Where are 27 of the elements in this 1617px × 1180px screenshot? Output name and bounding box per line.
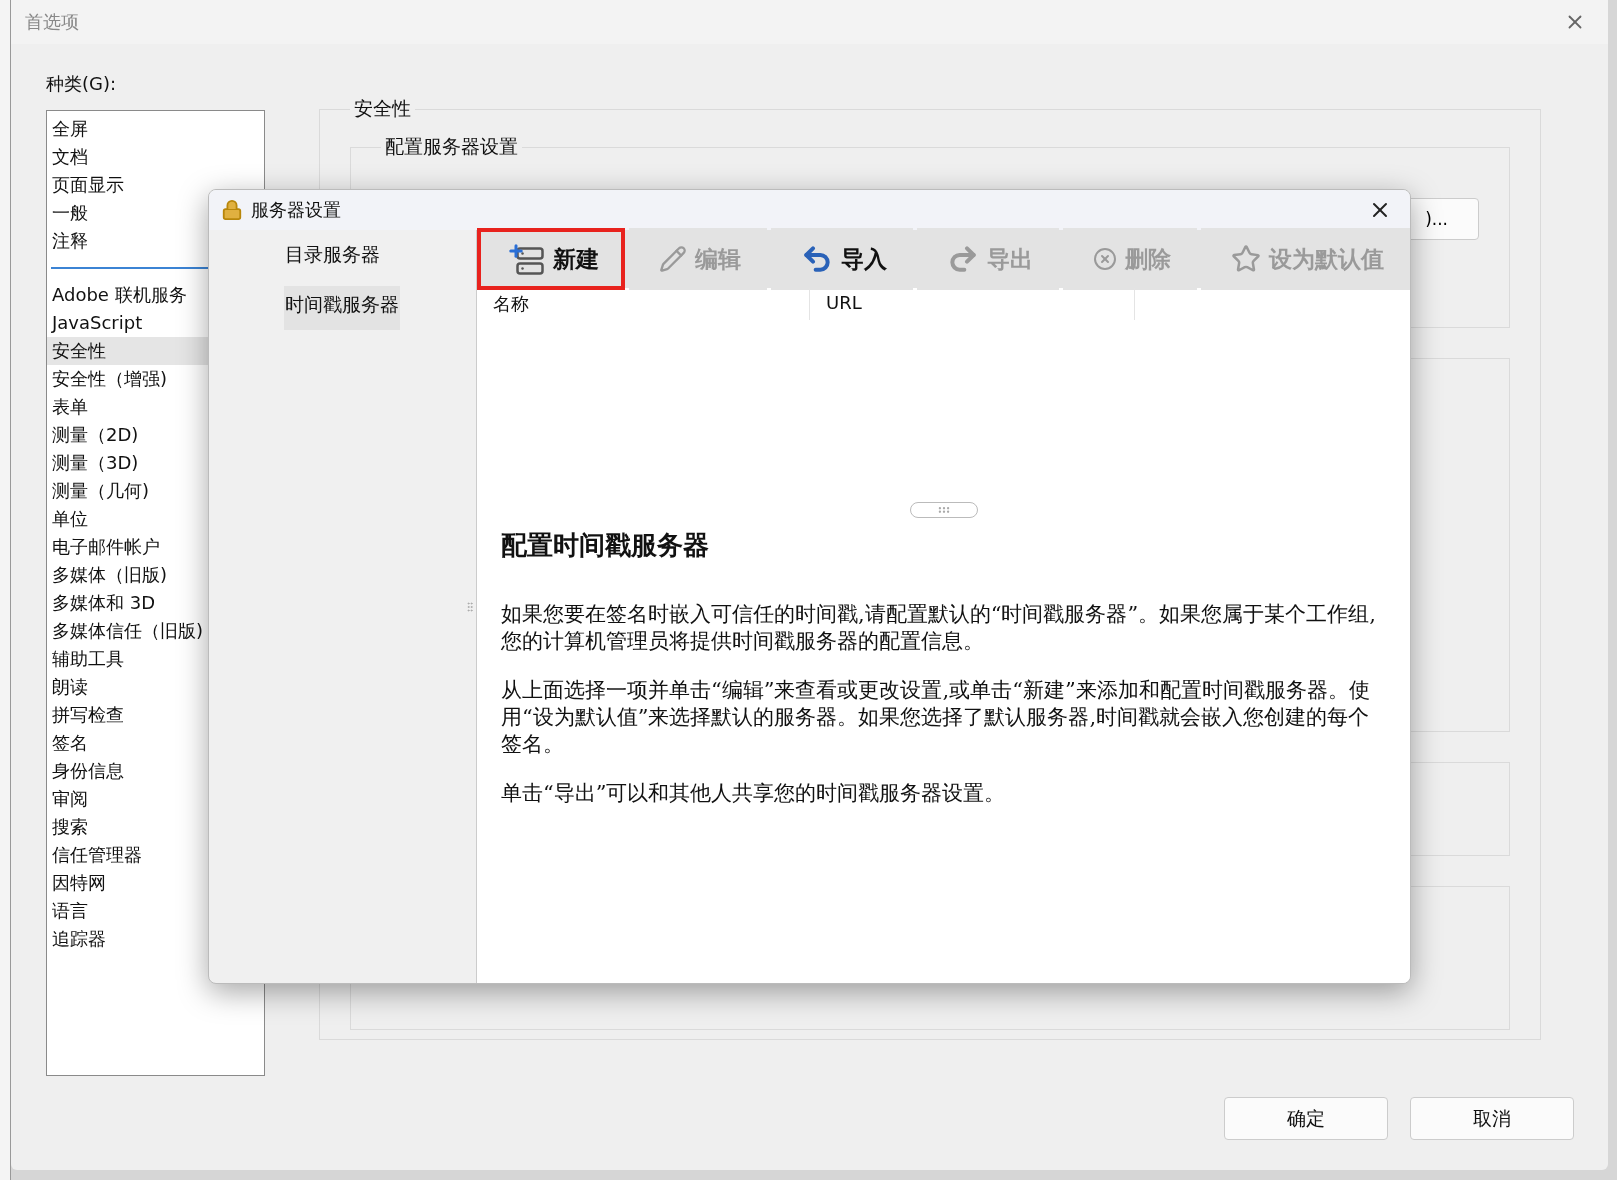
category-item[interactable]: 页面显示 — [47, 171, 264, 199]
help-paragraph: 从上面选择一项并单击“编辑”来查看或更改设置,或单击“新建”来添加和配置时间戳服务器。使用“设为默认值”来选择默认的服务器。如果您选择了默认服务器,时间戳就会嵌入您创建的每个签名。 — [501, 677, 1371, 758]
nav-item[interactable]: 时间戳服务器 — [284, 286, 400, 330]
help-paragraph: 如果您要在签名时嵌入可信任的时间戳,请配置默认的“时间戳服务器”。如果您属于某个工作组,您的计算机管理员将提供时间戳服务器的配置信息。 — [501, 601, 1377, 655]
dialog-button[interactable]: 确定 — [1224, 1097, 1388, 1140]
column-header[interactable]: URL — [810, 288, 1135, 320]
dialog-button[interactable]: 取消 — [1410, 1097, 1574, 1140]
dialog-title: 服务器设置 — [251, 198, 341, 222]
group-title: 安全性 — [353, 96, 412, 121]
lock-icon — [221, 199, 243, 221]
category-item[interactable]: 文档 — [47, 143, 264, 171]
toolbar-button[interactable]: 新建 — [477, 228, 625, 290]
toolbar-button[interactable]: 导入 — [771, 228, 913, 290]
window-title: 首选项 — [25, 10, 79, 34]
arrow-back-icon — [801, 243, 833, 275]
arrow-forward-icon — [947, 243, 979, 275]
category-item[interactable]: 全屏 — [47, 115, 264, 143]
new-server-icon — [507, 242, 545, 276]
pencil-icon — [659, 245, 687, 273]
category-label: 种类(G): — [46, 72, 118, 96]
delete-icon — [1093, 247, 1117, 271]
group-title: 配置服务器设置 — [384, 134, 519, 159]
column-header[interactable]: 名称 — [477, 288, 810, 320]
nav-item[interactable]: 目录服务器 — [284, 236, 381, 280]
star-icon — [1231, 244, 1261, 274]
help-title: 配置时间戳服务器 — [501, 529, 710, 562]
help-paragraph: 单击“导出”可以和其他人共享您的时间戳服务器设置。 — [501, 780, 1007, 807]
